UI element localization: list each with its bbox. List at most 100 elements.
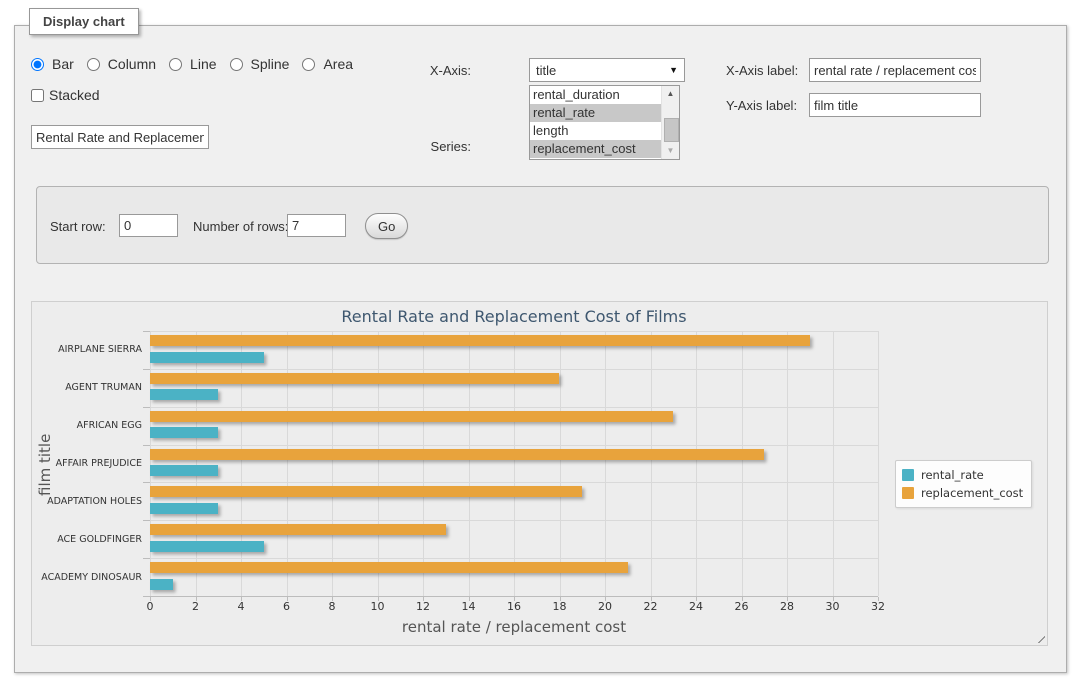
gridline xyxy=(560,331,561,596)
gridline xyxy=(150,331,878,332)
x-tick-label: 10 xyxy=(371,600,385,613)
chart-type-radio-group: Bar Column Line Spline Area xyxy=(31,56,362,72)
chart-plot-area: AIRPLANE SIERRAAGENT TRUMANAFRICAN EGGAF… xyxy=(150,331,878,596)
radio-area-label[interactable]: Area xyxy=(323,56,353,72)
gridline xyxy=(196,331,197,596)
chevron-down-icon: ▼ xyxy=(669,65,678,75)
go-button[interactable]: Go xyxy=(365,213,408,239)
gridline xyxy=(287,331,288,596)
number-of-rows-input[interactable] xyxy=(287,214,346,237)
radio-column-label[interactable]: Column xyxy=(108,56,156,72)
bar-rental_rate[interactable] xyxy=(150,503,218,514)
x-axis-label-input[interactable] xyxy=(809,58,981,82)
x-axis-line xyxy=(150,596,878,597)
x-tick-label: 28 xyxy=(780,600,794,613)
scroll-up-icon[interactable]: ▲ xyxy=(662,86,679,102)
series-option-rental-rate[interactable]: rental_rate xyxy=(530,104,662,122)
series-option-rental-duration[interactable]: rental_duration xyxy=(530,86,662,104)
chart-resize-handle[interactable] xyxy=(1033,631,1045,643)
gridline xyxy=(150,331,151,596)
x-axis-select[interactable]: title ▼ xyxy=(529,58,685,82)
chart-container: Rental Rate and Replacement Cost of Film… xyxy=(31,301,1048,646)
gridline xyxy=(241,331,242,596)
x-tick-label: 24 xyxy=(689,600,703,613)
series-option-replacement-cost[interactable]: replacement_cost xyxy=(530,140,662,158)
bar-replacement_cost[interactable] xyxy=(150,562,628,573)
radio-line[interactable] xyxy=(169,58,182,71)
y-axis-title: film title xyxy=(36,392,54,537)
legend-label: rental_rate xyxy=(921,468,984,482)
legend-item-replacement_cost[interactable]: replacement_cost xyxy=(902,484,1023,502)
legend-label: replacement_cost xyxy=(921,486,1023,500)
series-listbox[interactable]: rental_duration rental_rate length repla… xyxy=(529,85,680,160)
y-axis-label-field-label: Y-Axis label: xyxy=(726,98,797,113)
scroll-down-icon[interactable]: ▼ xyxy=(662,143,679,159)
x-tick-label: 30 xyxy=(826,600,840,613)
radio-spline-label[interactable]: Spline xyxy=(251,56,290,72)
gridline xyxy=(150,369,878,370)
x-tick-label: 0 xyxy=(147,600,154,613)
x-axis-title: rental rate / replacement cost xyxy=(150,618,878,636)
gridline xyxy=(150,407,878,408)
x-axis-tick-labels: 02468101214161820222426283032 xyxy=(150,600,878,614)
y-axis-category-label: ACADEMY DINOSAUR xyxy=(35,558,142,596)
bar-rental_rate[interactable] xyxy=(150,541,264,552)
x-tick-label: 4 xyxy=(238,600,245,613)
radio-line-label[interactable]: Line xyxy=(190,56,216,72)
radio-bar[interactable] xyxy=(31,58,44,71)
gridline xyxy=(605,331,606,596)
scrollbar-thumb[interactable] xyxy=(664,118,679,142)
radio-spline[interactable] xyxy=(230,58,243,71)
bar-rental_rate[interactable] xyxy=(150,427,218,438)
display-chart-fieldset: Display chart Bar Column Line Spline Are… xyxy=(14,25,1067,673)
y-axis-tick xyxy=(143,407,150,408)
y-axis-tick xyxy=(143,369,150,370)
x-tick-label: 32 xyxy=(871,600,885,613)
x-tick-label: 16 xyxy=(507,600,521,613)
bar-replacement_cost[interactable] xyxy=(150,373,559,384)
x-tick-label: 8 xyxy=(329,600,336,613)
stacked-checkbox[interactable] xyxy=(31,89,44,102)
x-axis-select-label: X-Axis: xyxy=(430,63,471,78)
series-option-length[interactable]: length xyxy=(530,122,662,140)
fieldset-legend: Display chart xyxy=(29,8,139,35)
gridline xyxy=(878,331,879,596)
start-row-input[interactable] xyxy=(119,214,178,237)
series-options: rental_duration rental_rate length repla… xyxy=(530,86,662,159)
radio-bar-label[interactable]: Bar xyxy=(52,56,74,72)
gridline xyxy=(150,558,878,559)
bar-replacement_cost[interactable] xyxy=(150,411,673,422)
y-axis-category-label: AIRPLANE SIERRA xyxy=(35,331,142,369)
legend-swatch-icon xyxy=(902,487,914,499)
x-tick-label: 2 xyxy=(192,600,199,613)
bar-rental_rate[interactable] xyxy=(150,579,173,590)
y-axis-tick xyxy=(143,596,150,597)
bar-replacement_cost[interactable] xyxy=(150,335,810,346)
bar-rental_rate[interactable] xyxy=(150,465,218,476)
x-tick-label: 22 xyxy=(644,600,658,613)
gridline xyxy=(423,331,424,596)
y-axis-label-input[interactable] xyxy=(809,93,981,117)
bar-rental_rate[interactable] xyxy=(150,352,264,363)
legend-item-rental_rate[interactable]: rental_rate xyxy=(902,466,1023,484)
legend-swatch-icon xyxy=(902,469,914,481)
chart-title: Rental Rate and Replacement Cost of Film… xyxy=(150,307,878,326)
x-tick-label: 6 xyxy=(283,600,290,613)
radio-area[interactable] xyxy=(302,58,315,71)
bar-rental_rate[interactable] xyxy=(150,389,218,400)
bar-replacement_cost[interactable] xyxy=(150,524,446,535)
radio-column[interactable] xyxy=(87,58,100,71)
series-listbox-label: Series: xyxy=(431,139,471,154)
x-tick-label: 18 xyxy=(553,600,567,613)
gridline xyxy=(469,331,470,596)
y-axis-tick xyxy=(143,482,150,483)
x-axis-label-field-label: X-Axis label: xyxy=(726,63,798,78)
bar-replacement_cost[interactable] xyxy=(150,486,582,497)
chart-title-input[interactable] xyxy=(31,125,209,149)
series-listbox-scrollbar[interactable]: ▲ ▼ xyxy=(661,86,679,159)
x-axis-select-value: title xyxy=(536,63,556,78)
stacked-label[interactable]: Stacked xyxy=(49,87,100,103)
gridline xyxy=(742,331,743,596)
gridline xyxy=(833,331,834,596)
bar-replacement_cost[interactable] xyxy=(150,449,764,460)
